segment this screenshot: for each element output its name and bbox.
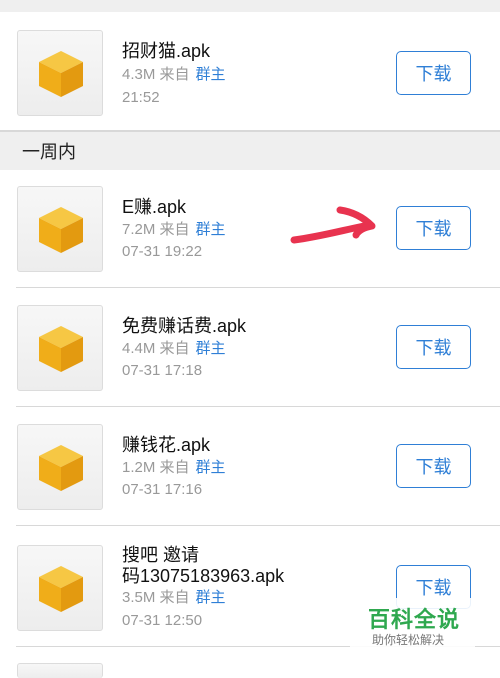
file-size: 1.2M [122, 459, 156, 476]
file-size: 7.2M [122, 221, 156, 238]
file-time: 07-31 19:22 [122, 243, 203, 260]
file-size: 4.4M [122, 340, 156, 357]
file-time: 07-31 17:18 [122, 362, 203, 379]
apk-file-icon [17, 424, 103, 510]
apk-file-icon [17, 305, 103, 391]
annotation-arrow [290, 206, 376, 244]
file-row[interactable]: 免费赚话费.apk 4.4M 来自 群主 07-31 17:18 下载 [0, 289, 500, 407]
apk-file-icon [17, 663, 103, 678]
file-meta: 7.2M 来自 群主 [122, 220, 226, 240]
download-button[interactable]: 下载 [396, 325, 471, 369]
file-meta: 4.4M 来自 群主 [122, 339, 226, 359]
file-name: 免费赚话费.apk [122, 316, 247, 336]
source-link[interactable]: 群主 [196, 221, 226, 238]
source-link[interactable]: 群主 [196, 340, 226, 357]
row-divider [16, 287, 500, 288]
apk-file-icon [17, 186, 103, 272]
section-header-label: 一周内 [22, 142, 76, 162]
file-row[interactable]: 招财猫.apk 4.3M 来自 群主 21:52 下载 [0, 12, 500, 130]
source-prefix: 来自 [159, 589, 190, 606]
row-divider [16, 525, 500, 526]
download-button[interactable]: 下载 [396, 206, 471, 250]
file-time: 07-31 12:50 [122, 612, 203, 629]
watermark-logo: 百科全说 助你轻松解决 [350, 598, 475, 654]
source-link[interactable]: 群主 [196, 459, 226, 476]
file-size: 4.3M [122, 66, 156, 83]
file-size: 3.5M [122, 589, 156, 606]
source-prefix: 来自 [159, 221, 190, 238]
section-header-today [0, 0, 500, 12]
file-time: 21:52 [122, 89, 160, 106]
file-meta: 3.5M 来自 群主 [122, 588, 226, 608]
file-name: E赚.apk [122, 197, 187, 217]
file-name-line1: 搜吧 邀请 [122, 545, 200, 565]
watermark-subtitle: 助你轻松解决 [372, 633, 445, 647]
file-name: 招财猫.apk [122, 41, 211, 61]
watermark-title: 百科全说 [368, 607, 461, 632]
file-time: 07-31 17:16 [122, 481, 203, 498]
file-name: 赚钱花.apk [122, 435, 211, 455]
source-link[interactable]: 群主 [196, 589, 226, 606]
file-row[interactable]: 赚钱花.apk 1.2M 来自 群主 07-31 17:16 下载 [0, 408, 500, 526]
file-name-line2: 码13075183963.apk [122, 566, 285, 586]
file-meta: 1.2M 来自 群主 [122, 458, 226, 478]
download-button[interactable]: 下载 [396, 444, 471, 488]
row-divider [16, 406, 500, 407]
download-button[interactable]: 下载 [396, 51, 471, 95]
source-prefix: 来自 [159, 66, 190, 83]
apk-file-icon [17, 30, 103, 116]
file-row[interactable]: E赚.apk 7.2M 来自 群主 07-31 19:22 下载 [0, 170, 500, 288]
source-link[interactable]: 群主 [196, 66, 226, 83]
section-header-week: 一周内 [0, 130, 500, 170]
apk-file-icon [17, 545, 103, 631]
file-meta: 4.3M 来自 群主 [122, 65, 226, 85]
source-prefix: 来自 [159, 340, 190, 357]
source-prefix: 来自 [159, 459, 190, 476]
